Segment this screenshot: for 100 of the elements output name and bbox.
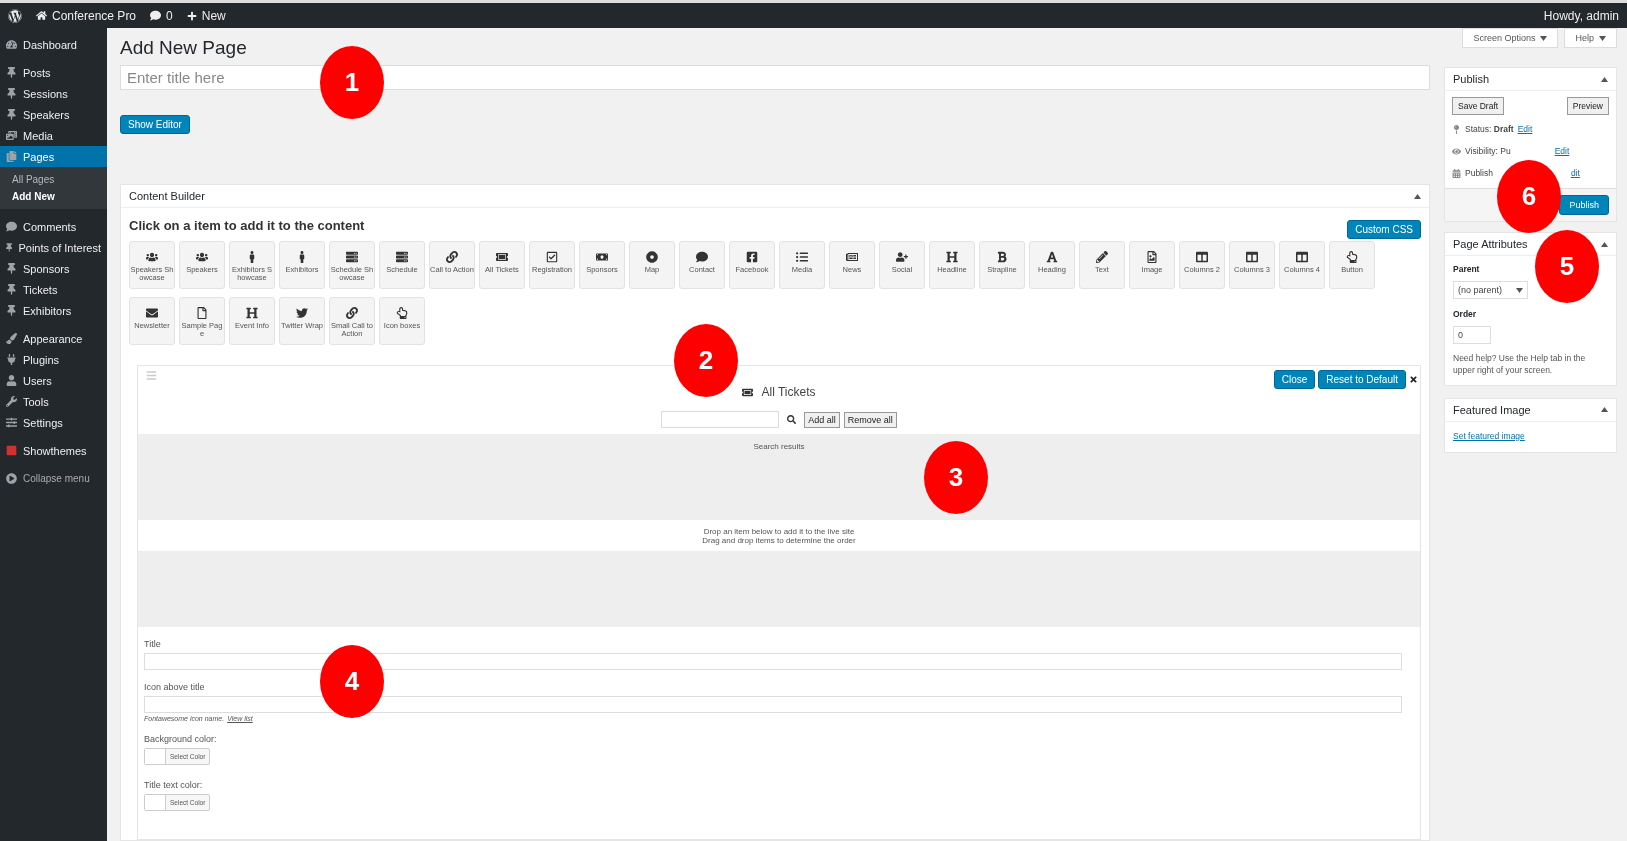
collapse-arrow-icon[interactable] — [1601, 241, 1608, 247]
user-icon — [6, 375, 17, 386]
instruction-text: Click on a item to add it to the content — [129, 218, 365, 233]
sidebar-item[interactable]: Posts — [0, 62, 107, 83]
sidebar-item[interactable]: Sessions — [0, 83, 107, 104]
submenu-item[interactable]: Add New — [0, 188, 107, 205]
columns-icon — [1296, 251, 1308, 263]
search-icon[interactable] — [787, 415, 797, 424]
eye-icon — [1452, 146, 1461, 156]
list-icon — [796, 251, 808, 263]
sidebar-item[interactable]: Comments — [0, 216, 107, 237]
parent-dropdown[interactable]: (no parent) — [1453, 281, 1529, 299]
save-draft-button[interactable]: Save Draft — [1452, 97, 1505, 115]
columns-icon — [1196, 251, 1208, 263]
facebook-icon — [746, 251, 758, 263]
settings-icon — [6, 417, 17, 428]
people-icon — [196, 251, 208, 263]
ticket-icon — [496, 251, 508, 263]
calendar-icon — [1452, 168, 1461, 178]
panel-title: Content Builder — [129, 190, 205, 202]
brush-icon — [6, 333, 17, 344]
pin-icon — [6, 305, 17, 316]
people-icon — [146, 251, 158, 263]
field-label: Icon above title — [144, 682, 205, 692]
columns-icon — [1246, 251, 1258, 263]
submenu-item[interactable]: All Pages — [0, 171, 107, 188]
comment-icon — [150, 10, 162, 21]
custom-css-button[interactable]: Custom CSS — [1347, 220, 1421, 239]
caret-icon — [1599, 35, 1606, 41]
status-text: Status: Draft — [1465, 124, 1514, 134]
add-all-button[interactable]: Add all — [804, 411, 840, 428]
close-icon[interactable] — [1409, 375, 1418, 384]
sidebar-item[interactable]: Appearance — [0, 328, 107, 349]
wordpress-icon[interactable] — [8, 8, 22, 23]
input-field[interactable] — [144, 653, 1402, 670]
field-label: Order — [1453, 309, 1477, 319]
page-title: Add New Page — [120, 37, 248, 59]
account-link[interactable]: Howdy, admin — [1543, 8, 1619, 23]
sidebar-item[interactable]: Settings — [0, 412, 107, 433]
font-icon — [1046, 251, 1058, 263]
help-text: Need help? Use the Help tab in the upper right of your screen. — [1453, 353, 1587, 377]
sidebar-item[interactable]: Plugins — [0, 349, 107, 370]
comment-icon — [6, 221, 17, 232]
set-featured-image-link[interactable]: Set featured image — [1453, 430, 1525, 441]
field-label: Title — [144, 639, 161, 649]
field-label: Background color: — [144, 734, 217, 744]
sidebar-item[interactable]: Sponsors — [0, 258, 107, 279]
sidebar-item[interactable]: Tickets — [0, 279, 107, 300]
caret-icon — [1540, 35, 1548, 41]
screen-tab-button[interactable]: Screen Options — [1462, 28, 1559, 48]
page-icon — [196, 307, 208, 319]
plug-icon — [6, 354, 17, 365]
drag-handle-icon[interactable] — [146, 370, 157, 381]
panel-title: Publish — [1453, 73, 1490, 85]
sidebar-item[interactable]: Dashboard — [0, 34, 107, 55]
visibility-text: Visibility: Pu — [1465, 146, 1511, 156]
close-button[interactable]: Close — [1273, 370, 1316, 389]
sidebar-item[interactable]: Exhibitors — [0, 300, 107, 321]
chain-link-icon — [346, 307, 358, 319]
new-link[interactable]: New — [186, 8, 226, 23]
order-field[interactable]: 0 — [1453, 326, 1491, 344]
chain-link-icon — [446, 251, 458, 263]
reset-button[interactable]: Reset to Default — [1318, 370, 1406, 389]
preview-button[interactable]: Preview — [1566, 97, 1609, 115]
edit-link[interactable]: Edit — [1554, 146, 1570, 156]
sidebar-item[interactable]: Users — [0, 370, 107, 391]
remove-all-button[interactable]: Remove all — [843, 411, 897, 428]
pin-icon — [6, 67, 17, 78]
search-results-label: Search results — [753, 442, 805, 453]
home-icon — [36, 10, 47, 21]
collapse-arrow-icon[interactable] — [1414, 193, 1421, 199]
screen-tab-button[interactable]: Help — [1564, 28, 1617, 48]
site-link[interactable]: Conference Pro — [36, 8, 137, 23]
widget-title: All Tickets — [761, 385, 816, 399]
collapse-arrow-icon[interactable] — [1601, 407, 1608, 413]
publish-text: Publish — [1465, 168, 1493, 178]
sidebar-item[interactable]: Media — [0, 125, 107, 146]
edit-link[interactable]: Edit — [1517, 124, 1533, 134]
publish-button[interactable]: Publish — [1559, 195, 1609, 215]
sidebar-item[interactable]: Showthemes — [0, 440, 107, 461]
field-label: Title text color: — [144, 780, 203, 790]
pointer-hand-icon — [396, 307, 408, 319]
search-field[interactable] — [661, 411, 780, 428]
target-icon — [646, 251, 658, 263]
sidebar-item[interactable]: Pages — [0, 146, 107, 167]
edit-link[interactable]: dit — [1570, 168, 1580, 178]
show-editor-button[interactable]: Show Editor — [120, 115, 190, 134]
sidebar-item[interactable]: Speakers — [0, 104, 107, 125]
sidebar-item[interactable]: Points of Interest — [0, 237, 107, 258]
checkbox-icon — [546, 251, 558, 263]
collapse-menu[interactable]: Collapse menu — [0, 468, 107, 489]
collapse-arrow-icon[interactable] — [1601, 76, 1608, 82]
color-swatch — [145, 749, 166, 764]
pointer-hand-icon — [1346, 251, 1358, 263]
heading-icon — [246, 307, 258, 319]
stack-icon — [396, 251, 408, 263]
pin-icon — [6, 242, 13, 253]
input-field[interactable] — [144, 696, 1402, 713]
comments-link[interactable]: 0 — [150, 8, 173, 23]
sidebar-item[interactable]: Tools — [0, 391, 107, 412]
